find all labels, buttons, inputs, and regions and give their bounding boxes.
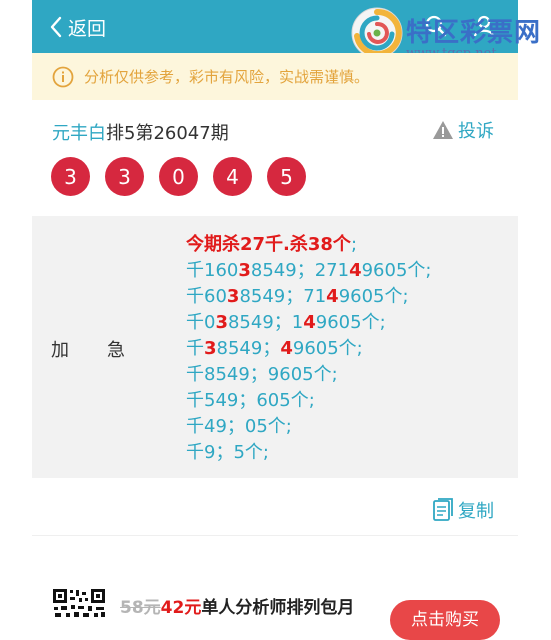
prediction-line: 千038549；149605个; bbox=[186, 312, 386, 333]
headline-sep: ; bbox=[350, 234, 358, 255]
copy-button[interactable]: 复制 bbox=[432, 497, 494, 523]
headline-text: 今期杀27千.杀38个 bbox=[186, 234, 351, 255]
prediction-label: 加急 bbox=[51, 336, 125, 362]
qr-code-icon bbox=[52, 588, 106, 618]
buy-button[interactable]: 点击购买 bbox=[390, 600, 500, 640]
label-char: 加 bbox=[51, 340, 69, 361]
prediction-headline: 今期杀27千.杀38个; bbox=[186, 232, 506, 258]
promo-text: 58元42元单人分析师排列包月 bbox=[120, 593, 354, 618]
issue-number: 排5第26047期 bbox=[106, 123, 229, 144]
back-label: 返回 bbox=[68, 17, 107, 40]
chevron-left-icon bbox=[46, 10, 66, 44]
prediction-panel: 加急 今期杀27千.杀38个; 千16038549；27149605个; 千60… bbox=[32, 216, 518, 478]
copy-icon bbox=[432, 498, 454, 522]
prediction-line: 千6038549；7149605个; bbox=[186, 286, 409, 307]
result-ball: 4 bbox=[213, 157, 252, 196]
draw-result-balls: 3 3 0 4 5 bbox=[51, 157, 321, 196]
prediction-line: 千16038549；27149605个; bbox=[186, 260, 432, 281]
page: 返回 特区彩票网 www.tqcp.net 分析仅供参考，彩市有风险，实战需谨慎… bbox=[32, 0, 540, 640]
prediction-line: 千8549；9605个; bbox=[186, 364, 338, 385]
author-link[interactable]: 元丰白 bbox=[52, 123, 106, 144]
copy-label: 复制 bbox=[458, 501, 494, 522]
logo-name: 特区彩票网 bbox=[406, 18, 542, 48]
notice-text: 分析仅供参考，彩市有风险，实战需谨慎。 bbox=[84, 68, 370, 86]
warning-icon bbox=[432, 120, 454, 140]
prediction-line: 千549；605个; bbox=[186, 390, 315, 411]
prediction-content: 今期杀27千.杀38个; 千16038549；27149605个; 千60385… bbox=[186, 232, 506, 466]
prediction-line: 千49；05个; bbox=[186, 416, 292, 437]
label-char: 急 bbox=[107, 340, 125, 361]
logo-swirl-icon bbox=[351, 7, 403, 59]
issue-title: 元丰白排5第26047期 bbox=[52, 119, 229, 145]
divider bbox=[32, 535, 518, 536]
result-ball: 0 bbox=[159, 157, 198, 196]
old-price: 58元 bbox=[120, 598, 161, 618]
promo-title: 单人分析师排列包月 bbox=[201, 598, 355, 618]
complain-label: 投诉 bbox=[458, 121, 494, 142]
risk-notice: 分析仅供参考，彩市有风险，实战需谨慎。 bbox=[32, 53, 518, 100]
complain-button[interactable]: 投诉 bbox=[432, 117, 494, 143]
new-price: 42元 bbox=[160, 598, 202, 618]
promo-bar: 58元42元单人分析师排列包月 点击购买 bbox=[52, 588, 518, 640]
result-ball: 5 bbox=[267, 157, 306, 196]
info-icon bbox=[52, 66, 74, 88]
result-ball: 3 bbox=[105, 157, 144, 196]
prediction-line: 千9；5个; bbox=[186, 442, 269, 463]
prediction-line: 千38549；49605个; bbox=[186, 338, 363, 359]
result-ball: 3 bbox=[51, 157, 90, 196]
back-button[interactable]: 返回 bbox=[46, 10, 106, 44]
